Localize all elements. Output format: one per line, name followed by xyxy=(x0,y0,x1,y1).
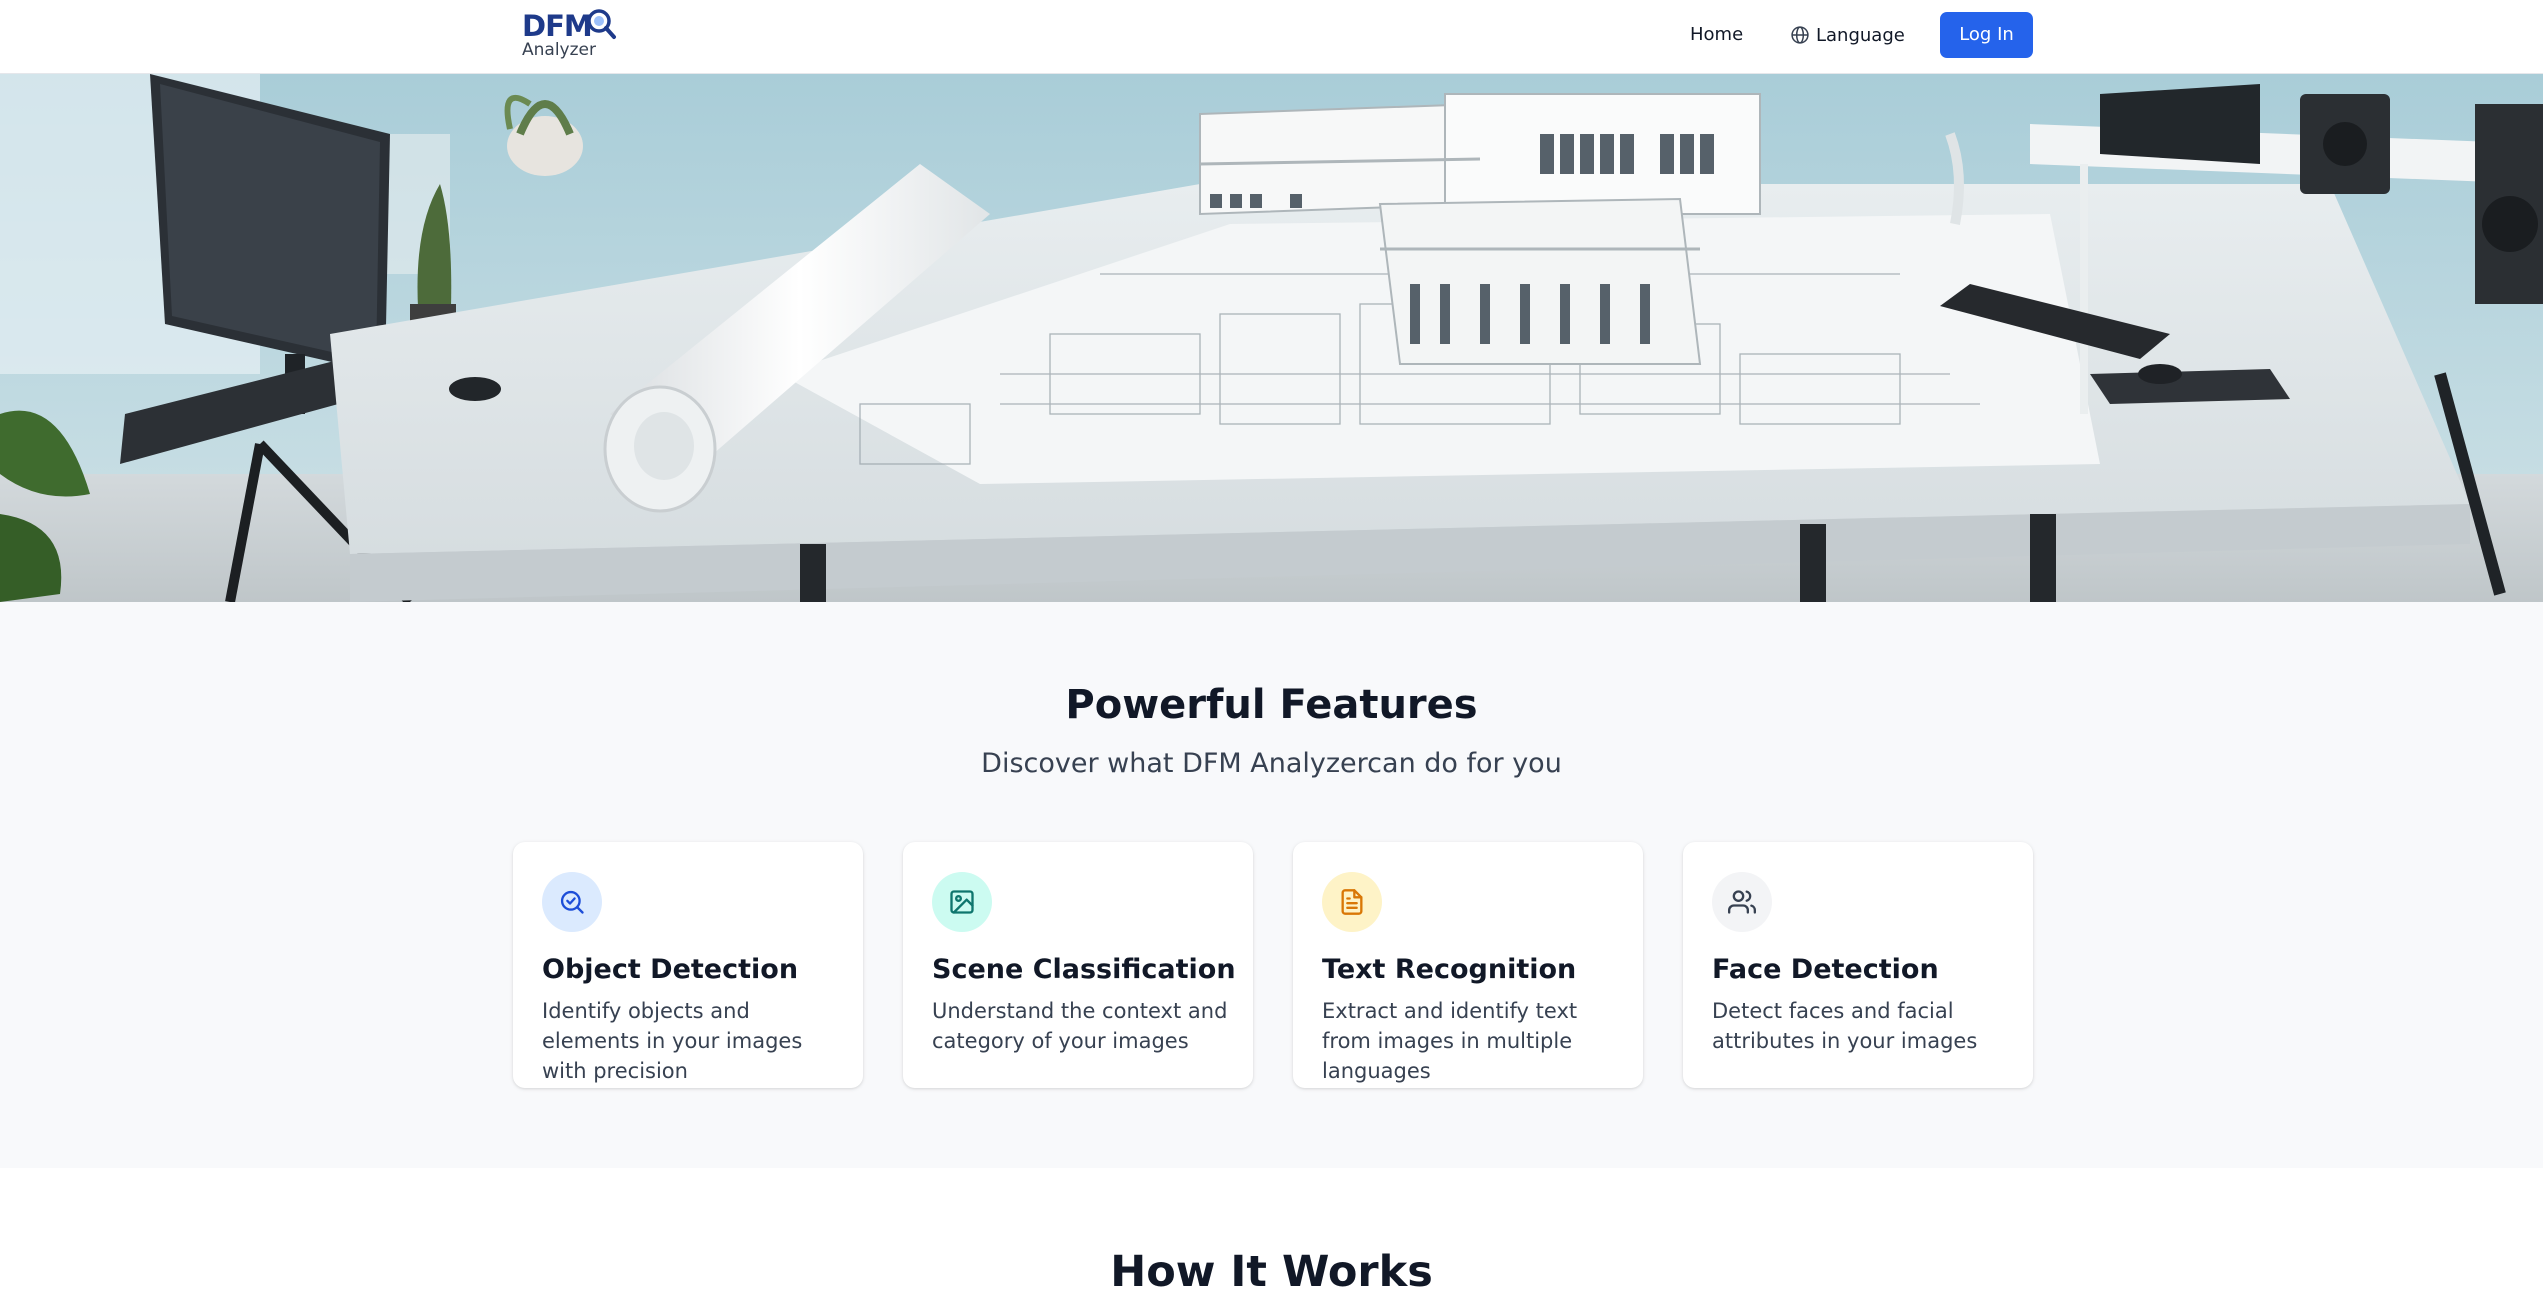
icon-badge xyxy=(542,872,602,932)
icon-badge xyxy=(1322,872,1382,932)
language-selector[interactable]: Language xyxy=(1790,20,1905,50)
hero-image xyxy=(0,74,2543,602)
feature-card-face-detection: Face Detection Detect faces and facial a… xyxy=(1683,842,2033,1088)
features-title: Powerful Features xyxy=(1065,682,1478,728)
search-check-icon xyxy=(560,890,584,914)
globe-icon xyxy=(1791,26,1809,44)
feature-card-description: Detect faces and facial attributes in yo… xyxy=(1712,999,1978,1053)
feature-card-title: Text Recognition xyxy=(1322,954,1577,985)
image-icon xyxy=(950,890,974,914)
feature-card-title: Face Detection xyxy=(1712,954,1939,985)
language-label: Language xyxy=(1816,24,1905,46)
site-header: DFM Analyzer Home Language Log In xyxy=(0,0,2543,74)
feature-card-description: Understand the context and category of y… xyxy=(932,999,1228,1053)
how-it-works-title: How It Works xyxy=(1110,1247,1433,1297)
how-it-works-section: How It Works xyxy=(0,1168,2543,1312)
logo-subtitle: Analyzer xyxy=(522,40,596,60)
feature-card-text-recognition: Text Recognition Extract and identify te… xyxy=(1293,842,1643,1088)
feature-card-scene-classification: Scene Classification Understand the cont… xyxy=(903,842,1253,1088)
icon-badge xyxy=(1712,872,1772,932)
feature-card-description: Identify objects and elements in your im… xyxy=(542,999,803,1083)
logo[interactable]: DFM Analyzer xyxy=(520,6,616,60)
users-icon xyxy=(1728,890,1756,914)
feature-card-object-detection: Object Detection Identify objects and el… xyxy=(513,842,863,1088)
icon-badge xyxy=(932,872,992,932)
feature-card-title: Scene Classification xyxy=(932,954,1236,985)
feature-card-title: Object Detection xyxy=(542,954,799,985)
feature-card-description: Extract and identify text from images in… xyxy=(1322,999,1578,1083)
login-button[interactable]: Log In xyxy=(1940,12,2033,58)
features-subtitle: Discover what DFM Analyzercan do for you xyxy=(981,748,1562,779)
nav-home-link[interactable]: Home xyxy=(1690,20,1743,50)
features-section: Powerful Features Discover what DFM Anal… xyxy=(0,602,2543,1168)
architecture-desk-illustration xyxy=(0,74,2543,602)
document-icon xyxy=(1341,889,1363,915)
